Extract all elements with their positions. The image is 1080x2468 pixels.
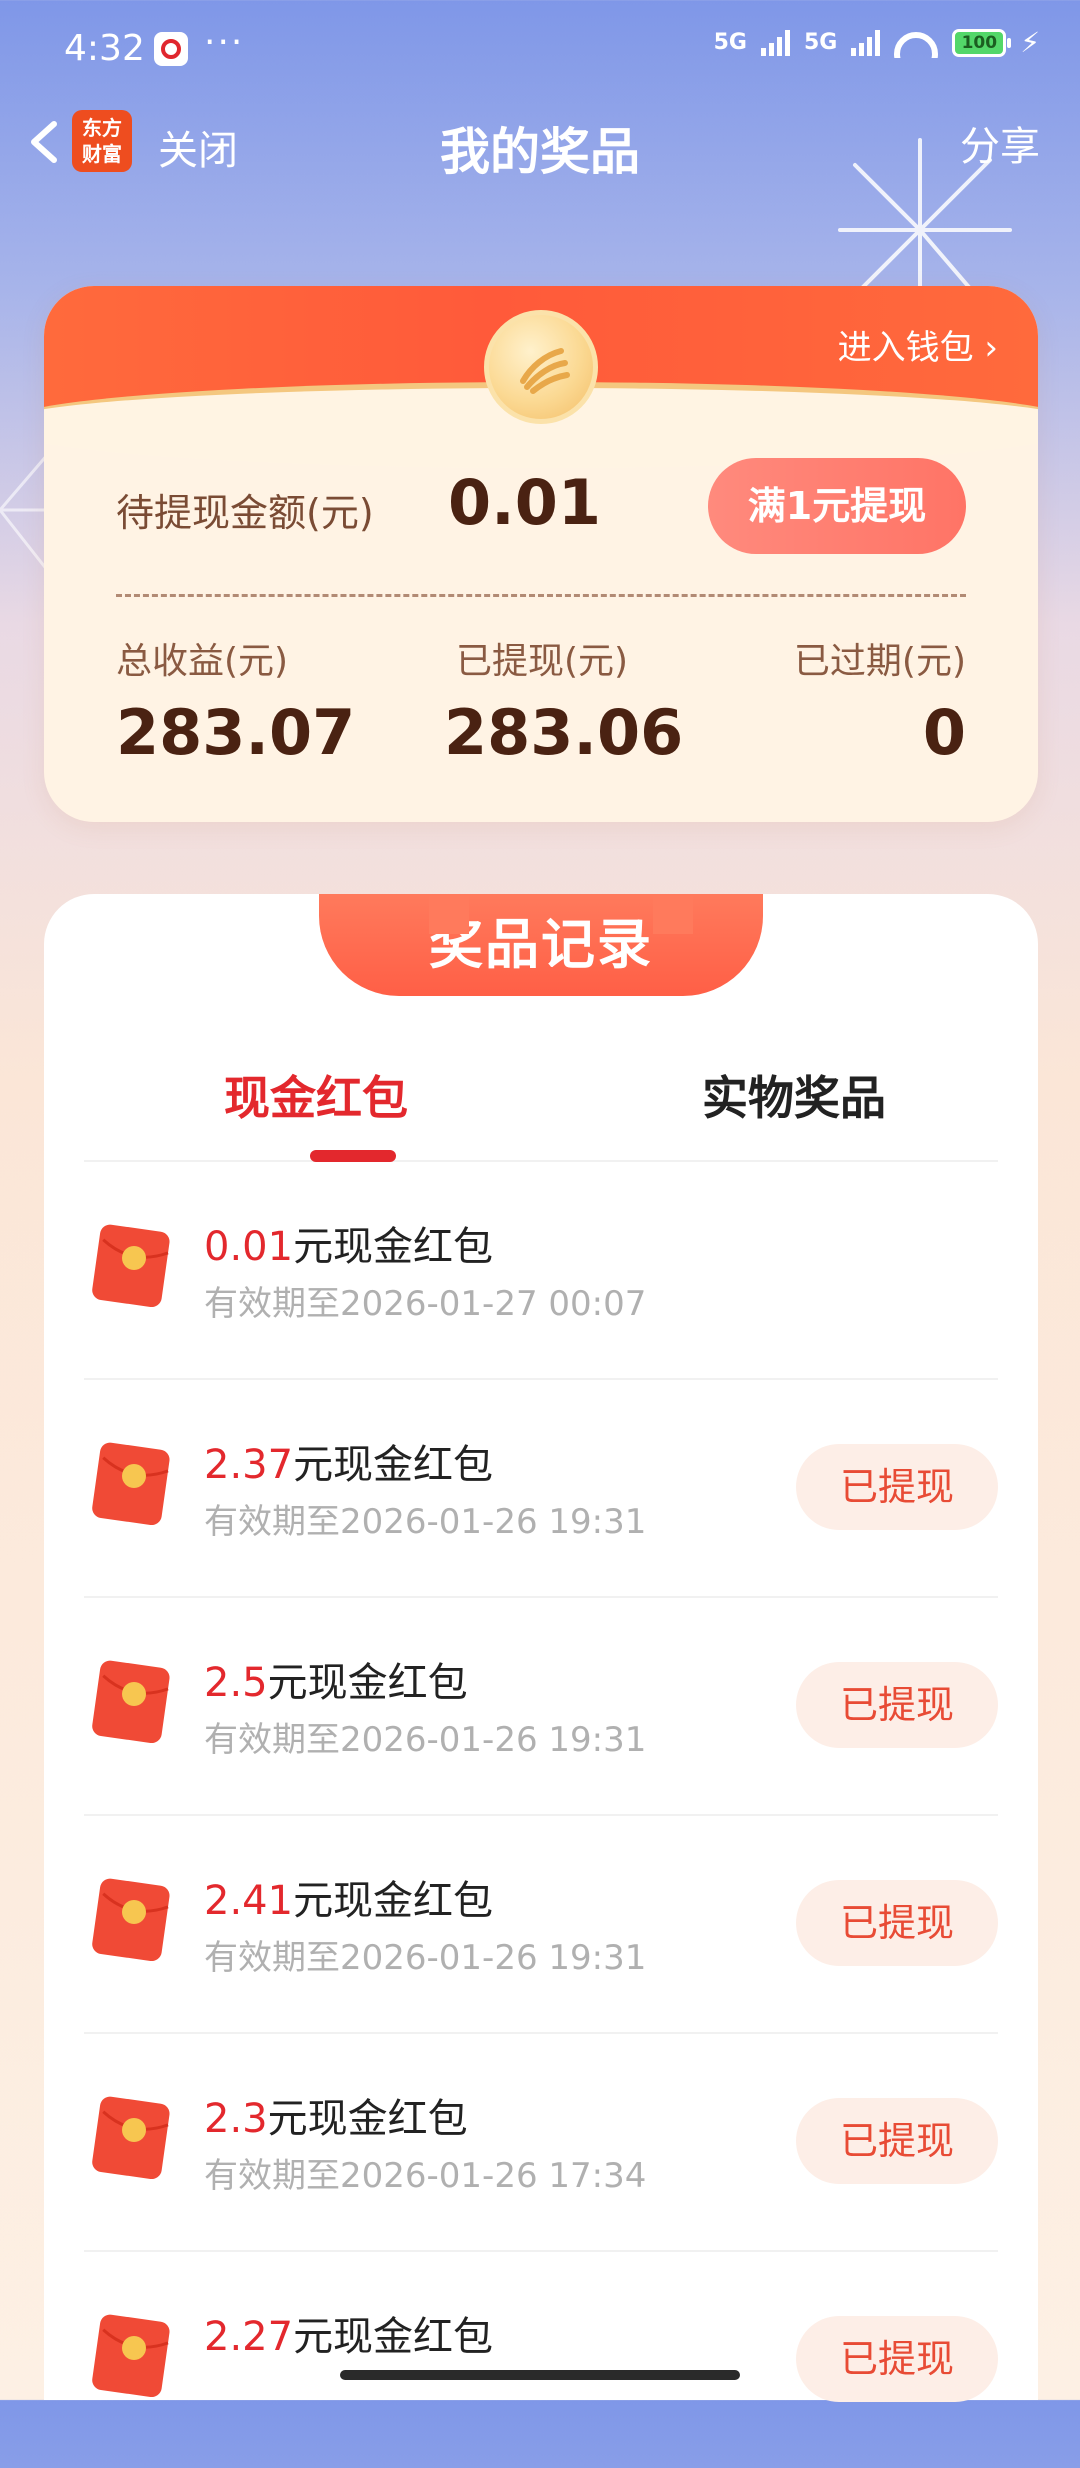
active-tab-indicator	[310, 1150, 396, 1162]
dashed-divider	[116, 594, 966, 597]
more-notifications-icon: ···	[204, 22, 245, 63]
item-suffix: 元现金红包	[293, 1878, 494, 1924]
gold-coin-icon	[484, 310, 598, 424]
status-bar: 4:32 ··· 5G 5G 100 ⚡	[0, 0, 1080, 100]
item-suffix: 元现金红包	[293, 2314, 494, 2360]
item-title: 2.3元现金红包	[204, 2086, 468, 2144]
item-expiry: 有效期至2026-01-27 00:07	[204, 1284, 647, 1324]
nav-bar: 东方 财富 关闭 我的奖品 分享	[0, 100, 1080, 184]
item-title: 2.5元现金红包	[204, 1650, 468, 1708]
red-envelope-icon	[92, 2096, 170, 2180]
item-amount: 2.41	[204, 1878, 294, 1924]
item-suffix: 元现金红包	[267, 2096, 468, 2142]
withdrawn-status-button[interactable]: 已提现	[796, 2316, 998, 2402]
expired-value: 0	[922, 696, 966, 769]
item-amount: 2.27	[204, 2314, 294, 2360]
item-amount: 0.01	[204, 1224, 294, 1270]
pending-amount-label: 待提现金额(元)	[116, 491, 374, 535]
list-item[interactable]: 0.01元现金红包 有效期至2026-01-27 00:07	[84, 1162, 998, 1380]
signal-icon	[760, 29, 790, 56]
item-title: 2.41元现金红包	[204, 1868, 493, 1926]
withdrawn-status-button[interactable]: 已提现	[796, 2098, 998, 2184]
battery-icon: 100	[952, 28, 1012, 57]
list-item[interactable]: 2.41元现金红包 有效期至2026-01-26 19:31 已提现	[84, 1816, 998, 2034]
withdrawn-status-button[interactable]: 已提现	[796, 1662, 998, 1748]
withdrawn-label: 已提现(元)	[456, 641, 629, 682]
status-icons: 5G 5G 100 ⚡	[714, 26, 1040, 59]
enter-wallet-link[interactable]: 进入钱包 ›	[838, 320, 998, 369]
item-expiry: 有效期至2026-01-26 19:31	[204, 1720, 647, 1760]
tab-cash-red-packet[interactable]: 现金红包	[224, 1062, 408, 1128]
earnings-summary-card: 进入钱包 › 待提现金额(元) 0.01 满1元提现 总收益(元) 283.07…	[44, 286, 1038, 822]
withdraw-button[interactable]: 满1元提现	[708, 458, 966, 554]
charging-icon: ⚡	[1020, 26, 1040, 59]
home-indicator[interactable]	[340, 2370, 740, 2380]
withdrawn-status-button[interactable]: 已提现	[796, 1880, 998, 1966]
expired-label: 已过期(元)	[793, 641, 966, 682]
red-envelope-icon	[92, 1442, 170, 1526]
withdrawn-value: 283.06	[444, 696, 684, 769]
section-title: 奖品记录	[319, 894, 763, 996]
tab-physical-prizes[interactable]: 实物奖品	[702, 1062, 886, 1128]
total-earnings-label: 总收益(元)	[116, 641, 289, 682]
wifi-icon	[894, 28, 939, 58]
red-envelope-icon	[92, 1878, 170, 1962]
red-envelope-icon	[92, 1224, 170, 1308]
list-item[interactable]: 2.27元现金红包 已提现	[84, 2252, 998, 2468]
item-amount: 2.3	[204, 2096, 268, 2142]
signal-icon	[851, 29, 881, 56]
network-type-2: 5G	[803, 30, 838, 55]
network-type-1: 5G	[713, 30, 747, 55]
item-expiry: 有效期至2026-01-26 19:31	[204, 1502, 647, 1542]
share-button[interactable]: 分享	[960, 114, 1040, 172]
item-amount: 2.37	[204, 1442, 294, 1488]
records-list: 0.01元现金红包 有效期至2026-01-27 00:07 2.37元现金红包…	[84, 1162, 998, 2468]
item-expiry: 有效期至2026-01-26 17:34	[204, 2156, 647, 2196]
item-title: 2.37元现金红包	[204, 1432, 493, 1490]
item-suffix: 元现金红包	[293, 1224, 494, 1270]
list-item[interactable]: 2.37元现金红包 有效期至2026-01-26 19:31 已提现	[84, 1380, 998, 1598]
records-tabs: 现金红包 实物奖品	[84, 1062, 998, 1162]
list-item[interactable]: 2.3元现金红包 有效期至2026-01-26 17:34 已提现	[84, 2034, 998, 2252]
page-title: 我的奖品	[440, 123, 640, 181]
notification-app-icon	[154, 32, 188, 66]
red-envelope-icon	[92, 1660, 170, 1744]
item-suffix: 元现金红包	[267, 1660, 468, 1706]
item-amount: 2.5	[204, 1660, 268, 1706]
item-title: 0.01元现金红包	[204, 1214, 493, 1272]
list-item[interactable]: 2.5元现金红包 有效期至2026-01-26 19:31 已提现	[84, 1598, 998, 1816]
prize-records-card: 奖品记录 现金红包 实物奖品 0.01元现金红包 有效期至2026-01-27 …	[44, 894, 1038, 2402]
red-envelope-icon	[92, 2314, 170, 2398]
item-suffix: 元现金红包	[293, 1442, 494, 1488]
item-expiry: 有效期至2026-01-26 19:31	[204, 1938, 647, 1978]
item-title: 2.27元现金红包	[204, 2304, 493, 2362]
total-earnings-value: 283.07	[116, 696, 356, 769]
withdrawn-status-button[interactable]: 已提现	[796, 1444, 998, 1530]
status-time: 4:32	[64, 28, 145, 69]
pending-amount-value: 0.01	[448, 466, 601, 539]
